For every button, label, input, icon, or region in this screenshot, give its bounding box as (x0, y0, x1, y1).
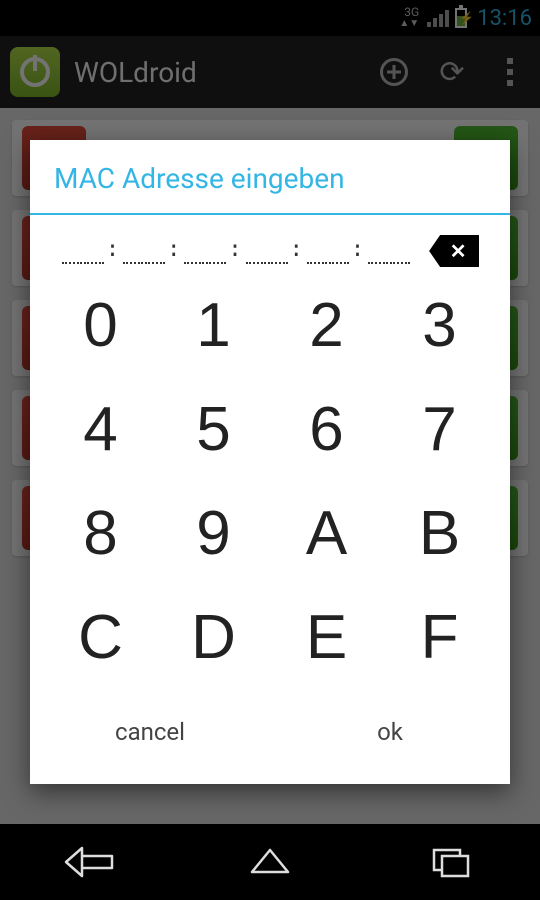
key-1[interactable]: 1 (157, 273, 270, 377)
ok-button[interactable]: ok (270, 704, 510, 760)
key-c[interactable]: C (44, 585, 157, 689)
nav-home-button[interactable] (242, 842, 298, 882)
back-icon (62, 842, 118, 882)
home-icon (242, 842, 298, 882)
key-a[interactable]: A (270, 481, 383, 585)
key-3[interactable]: 3 (383, 273, 496, 377)
hex-keypad: 0 1 2 3 4 5 6 7 8 9 A B C D E F (30, 273, 510, 697)
backspace-button[interactable]: ✕ (429, 235, 479, 267)
key-6[interactable]: 6 (270, 377, 383, 481)
key-b[interactable]: B (383, 481, 496, 585)
key-5[interactable]: 5 (157, 377, 270, 481)
mac-entry-dialog: MAC Adresse eingeben : : : : : ✕ 0 1 2 3… (30, 140, 510, 784)
recent-apps-icon (422, 842, 478, 882)
cancel-button[interactable]: cancel (30, 704, 270, 760)
key-2[interactable]: 2 (270, 273, 383, 377)
key-9[interactable]: 9 (157, 481, 270, 585)
key-f[interactable]: F (383, 585, 496, 689)
key-e[interactable]: E (270, 585, 383, 689)
navigation-bar (0, 824, 540, 900)
key-7[interactable]: 7 (383, 377, 496, 481)
backspace-icon: ✕ (450, 239, 467, 263)
nav-recent-button[interactable] (422, 842, 478, 882)
key-d[interactable]: D (157, 585, 270, 689)
key-0[interactable]: 0 (44, 273, 157, 377)
key-4[interactable]: 4 (44, 377, 157, 481)
dialog-title: MAC Adresse eingeben (30, 140, 510, 215)
nav-back-button[interactable] (62, 842, 118, 882)
key-8[interactable]: 8 (44, 481, 157, 585)
mac-address-field: : : : : : (61, 237, 411, 266)
mac-input-row: : : : : : ✕ (30, 215, 510, 273)
dialog-actions: cancel ok (30, 697, 510, 784)
